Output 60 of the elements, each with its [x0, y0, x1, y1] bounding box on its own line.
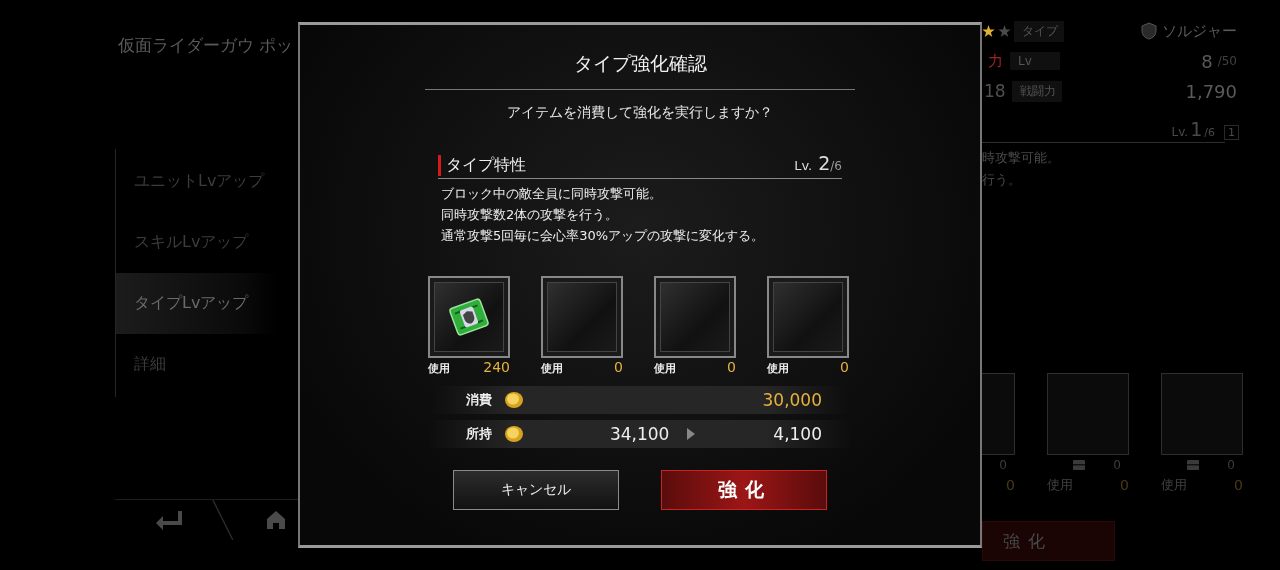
cost-label: 消費	[466, 391, 492, 409]
chest-icon	[1187, 460, 1199, 470]
use-count: 240	[483, 359, 510, 375]
owned-count: 0	[1113, 458, 1121, 472]
stat-label: タイプ	[1014, 20, 1064, 42]
dialog-question: アイテムを消費して強化を実行しますか？	[507, 104, 773, 122]
level-max: /50	[1217, 54, 1237, 68]
coin-icon	[504, 425, 524, 443]
menu-item[interactable]: 詳細	[116, 334, 276, 395]
use-count: 0	[1120, 477, 1129, 493]
cost-amount: 30,000	[762, 390, 822, 410]
item-slot[interactable]	[541, 276, 623, 358]
section-title: タイプ特性	[438, 155, 526, 176]
use-label: 使用	[1161, 476, 1187, 494]
use-count: 0	[1234, 477, 1243, 493]
power-value: 1,790	[1185, 80, 1237, 102]
chest-icon	[1073, 460, 1085, 470]
use-count: 0	[1006, 477, 1015, 493]
use-label: 使用	[1047, 476, 1073, 494]
stat-label: Lv	[1010, 52, 1060, 70]
item-slot[interactable]	[428, 276, 510, 358]
item-slot[interactable]	[654, 276, 736, 358]
attribute-mark: 力	[987, 51, 1004, 71]
type-level: Lv.1/6	[1171, 118, 1215, 140]
type-value: ソルジャー	[1162, 21, 1237, 41]
item-slot[interactable]	[767, 276, 849, 358]
stat-number: 18	[984, 81, 1007, 101]
coin-icon	[504, 391, 524, 409]
shield-icon	[1141, 22, 1157, 40]
unit-title: 仮面ライダーガウ ポッ	[117, 34, 295, 57]
level-badge: 1	[1224, 125, 1239, 140]
stars-drawing	[982, 24, 1011, 38]
level-value: 8	[1201, 50, 1213, 72]
use-label: 使用	[654, 361, 676, 376]
owned-count: 0	[1227, 458, 1235, 472]
description-line: 時攻撃可能。	[982, 149, 1061, 167]
description-line: 行う。	[982, 171, 1022, 189]
use-label: 使用	[541, 361, 563, 376]
menu-item[interactable]: スキルLvアップ	[116, 212, 276, 273]
use-count: 0	[840, 359, 849, 375]
owned-count: 0	[999, 458, 1007, 472]
enhance-button[interactable]: 強化	[982, 521, 1115, 561]
balance-label: 所持	[466, 425, 492, 443]
balance-before: 34,100	[609, 424, 670, 444]
use-count: 0	[727, 359, 736, 375]
home-icon	[266, 510, 287, 530]
dialog-title: タイプ強化確認	[425, 51, 855, 90]
use-label: 使用	[767, 361, 789, 376]
balance-after: 4,100	[773, 424, 822, 444]
stat-label: 戦闘力	[1012, 80, 1062, 102]
use-count: 0	[614, 359, 623, 375]
arrow-icon	[687, 428, 696, 440]
description-line: 同時攻撃数2体の攻撃を行う。	[441, 206, 620, 224]
type-level: Lv. 2/6	[794, 152, 842, 174]
cancel-button[interactable]: キャンセル	[453, 470, 619, 510]
description-line: ブロック中の敵全員に同時攻撃可能。	[441, 185, 663, 203]
menu-item[interactable]: ユニットLvアップ	[116, 151, 276, 212]
use-label: 使用	[428, 361, 450, 376]
enhance-button[interactable]: 強化	[661, 470, 827, 510]
description-line: 通常攻撃5回毎に会心率30%アップの攻撃に変化する。	[441, 227, 766, 245]
